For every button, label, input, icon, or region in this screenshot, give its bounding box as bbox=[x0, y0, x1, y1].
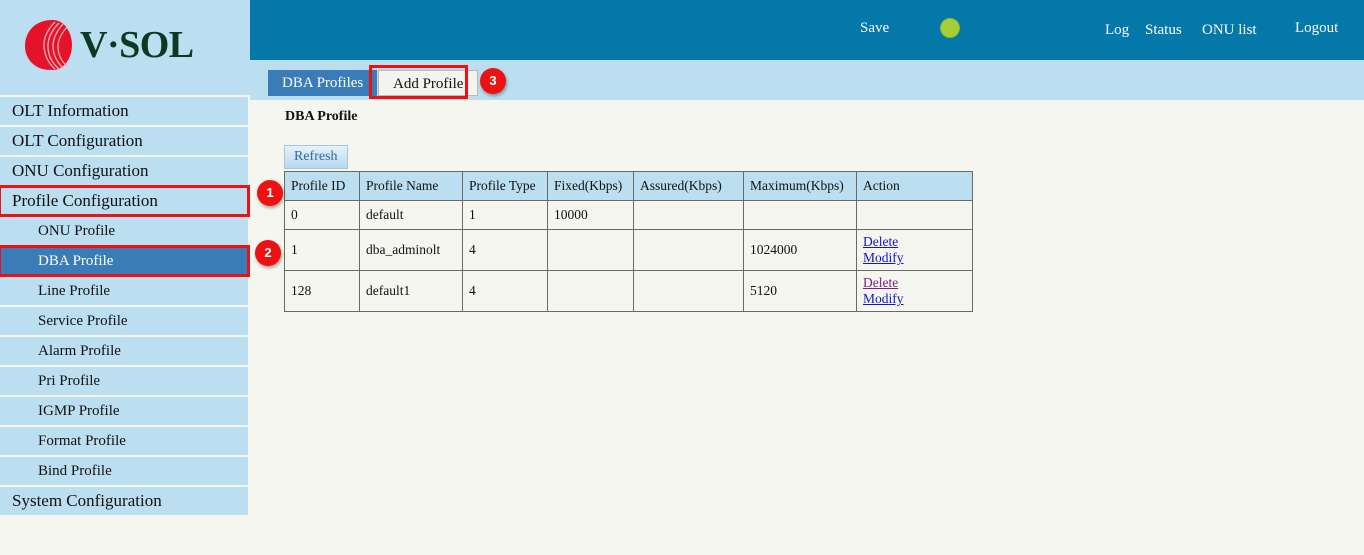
cell-profile-name: default1 bbox=[360, 271, 463, 312]
save-button[interactable]: Save bbox=[860, 20, 889, 37]
annotation-badge-2: 2 bbox=[255, 240, 281, 266]
sidebar-item-onu-configuration[interactable]: ONU Configuration bbox=[0, 157, 248, 185]
sidebar-item-line-profile[interactable]: Line Profile bbox=[0, 277, 248, 305]
table-header-row: Profile ID Profile Name Profile Type Fix… bbox=[285, 172, 973, 201]
table-row: 0 default 1 10000 bbox=[285, 201, 973, 230]
cell-profile-id: 0 bbox=[285, 201, 360, 230]
status-link[interactable]: Status bbox=[1145, 22, 1182, 39]
sidebar-item-profile-configuration[interactable]: Profile Configuration bbox=[0, 187, 248, 215]
cell-assured bbox=[634, 271, 744, 312]
table-row: 128 default1 4 5120 Delete Modify bbox=[285, 271, 973, 312]
cell-maximum bbox=[744, 201, 857, 230]
column-header-fixed: Fixed(Kbps) bbox=[548, 172, 634, 201]
cell-profile-id: 128 bbox=[285, 271, 360, 312]
log-link[interactable]: Log bbox=[1105, 22, 1129, 39]
sidebar-item-dba-profile[interactable]: DBA Profile bbox=[0, 247, 248, 275]
logo-panel: V·SOL bbox=[0, 0, 250, 95]
sidebar-item-service-profile[interactable]: Service Profile bbox=[0, 307, 248, 335]
annotation-badge-1: 1 bbox=[257, 180, 283, 206]
cell-fixed: 10000 bbox=[548, 201, 634, 230]
sidebar-item-format-profile[interactable]: Format Profile bbox=[0, 427, 248, 455]
cell-fixed bbox=[548, 271, 634, 312]
sidebar-item-system-configuration[interactable]: System Configuration bbox=[0, 487, 248, 515]
logout-button[interactable]: Logout bbox=[1295, 20, 1338, 37]
onu-list-link[interactable]: ONU list bbox=[1202, 22, 1257, 39]
cell-maximum: 1024000 bbox=[744, 230, 857, 271]
modify-link[interactable]: Modify bbox=[863, 250, 904, 265]
tab-add-profile[interactable]: Add Profile bbox=[378, 70, 478, 96]
sidebar-item-alarm-profile[interactable]: Alarm Profile bbox=[0, 337, 248, 365]
sidebar-item-olt-configuration[interactable]: OLT Configuration bbox=[0, 127, 248, 155]
sidebar-item-igmp-profile[interactable]: IGMP Profile bbox=[0, 397, 248, 425]
refresh-button[interactable]: Refresh bbox=[284, 145, 348, 169]
cell-profile-name: default bbox=[360, 201, 463, 230]
cell-profile-type: 4 bbox=[463, 271, 548, 312]
green-status-dot-icon bbox=[940, 18, 960, 38]
cell-profile-type: 1 bbox=[463, 201, 548, 230]
dba-profile-table: Profile ID Profile Name Profile Type Fix… bbox=[284, 171, 973, 312]
tab-strip: DBA Profiles Add Profile bbox=[250, 60, 1364, 100]
sidebar-item-pri-profile[interactable]: Pri Profile bbox=[0, 367, 248, 395]
sidebar-item-bind-profile[interactable]: Bind Profile bbox=[0, 457, 248, 485]
cell-profile-type: 4 bbox=[463, 230, 548, 271]
brand-name: V·SOL bbox=[80, 23, 194, 67]
annotation-badge-3: 3 bbox=[480, 68, 506, 94]
delete-link[interactable]: Delete bbox=[863, 234, 898, 249]
sidebar-nav: OLT Information OLT Configuration ONU Co… bbox=[0, 97, 250, 517]
cell-assured bbox=[634, 230, 744, 271]
table-row: 1 dba_adminolt 4 1024000 Delete Modify bbox=[285, 230, 973, 271]
tab-dba-profiles[interactable]: DBA Profiles bbox=[268, 70, 377, 96]
column-header-maximum: Maximum(Kbps) bbox=[744, 172, 857, 201]
modify-link[interactable]: Modify bbox=[863, 291, 904, 306]
brand-logo[interactable]: V·SOL bbox=[22, 18, 194, 72]
column-header-action: Action bbox=[857, 172, 973, 201]
cell-assured bbox=[634, 201, 744, 230]
column-header-assured: Assured(Kbps) bbox=[634, 172, 744, 201]
column-header-profile-id: Profile ID bbox=[285, 172, 360, 201]
column-header-profile-type: Profile Type bbox=[463, 172, 548, 201]
sidebar-item-olt-information[interactable]: OLT Information bbox=[0, 97, 248, 125]
cell-profile-id: 1 bbox=[285, 230, 360, 271]
content-area: DBA Profile Refresh Foro ISP Profile ID … bbox=[250, 100, 1364, 555]
cell-action: Delete Modify bbox=[857, 271, 973, 312]
cell-fixed bbox=[548, 230, 634, 271]
cell-maximum: 5120 bbox=[744, 271, 857, 312]
cell-action bbox=[857, 201, 973, 230]
sidebar-item-onu-profile[interactable]: ONU Profile bbox=[0, 217, 248, 245]
cell-action: Delete Modify bbox=[857, 230, 973, 271]
column-header-profile-name: Profile Name bbox=[360, 172, 463, 201]
vsol-flame-logo-icon bbox=[22, 18, 74, 72]
cell-profile-name: dba_adminolt bbox=[360, 230, 463, 271]
delete-link[interactable]: Delete bbox=[863, 275, 898, 290]
page-title: DBA Profile bbox=[285, 109, 357, 125]
top-header-bar: Save Log Status ONU list Logout bbox=[250, 0, 1364, 60]
